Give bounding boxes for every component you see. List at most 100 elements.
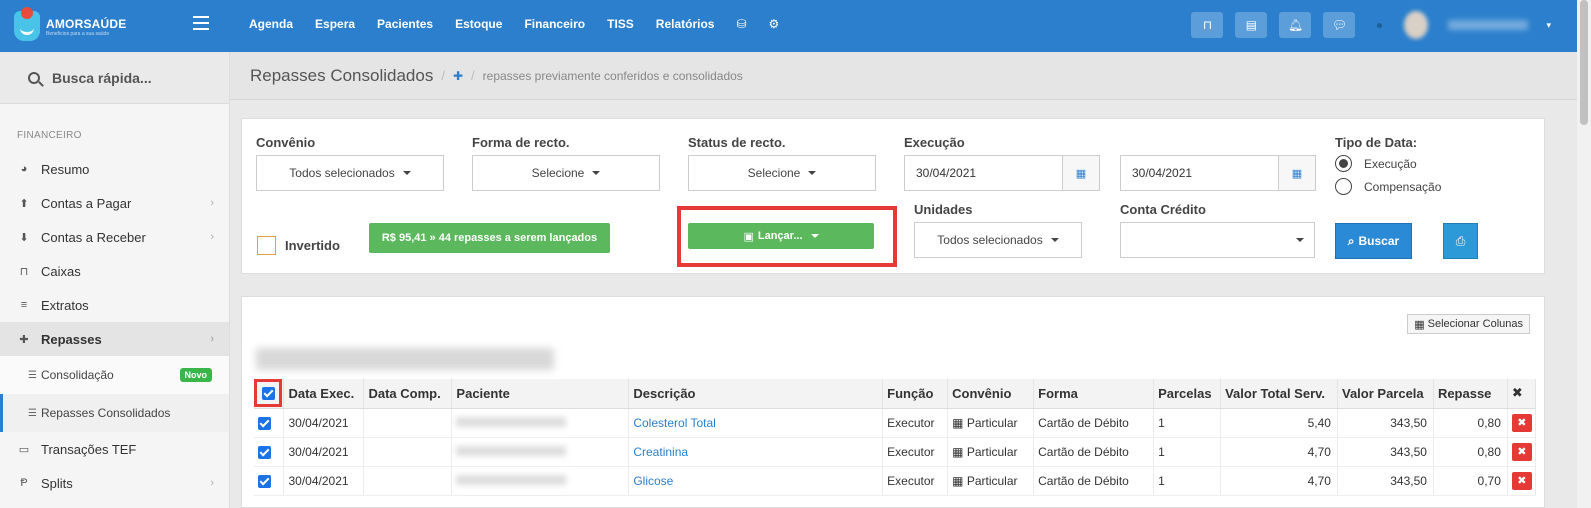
nav-espera[interactable]: Espera xyxy=(315,17,355,31)
sidebar-item-resumo[interactable]: ◕ Resumo xyxy=(0,152,229,186)
col-valor-parcela[interactable]: Valor Parcela xyxy=(1337,379,1434,409)
row-checkbox[interactable] xyxy=(258,416,271,430)
col-forma[interactable]: Forma xyxy=(1033,379,1155,409)
id-card-icon[interactable]: ▤ xyxy=(1235,12,1268,38)
sidebar-item-splits[interactable]: Ᵽ Splits › xyxy=(0,466,229,500)
page-scrollbar[interactable] xyxy=(1577,0,1591,508)
descricao-link[interactable]: Creatinina xyxy=(633,445,688,459)
date-to-input[interactable]: 30/04/2021 ▦ xyxy=(1120,155,1316,191)
menu-toggle-icon[interactable] xyxy=(193,16,209,30)
date-from-input[interactable]: 30/04/2021 ▦ xyxy=(904,155,1100,191)
credit-card-icon: ▭ xyxy=(18,443,30,456)
col-data-exec[interactable]: Data Exec. xyxy=(283,379,365,409)
sidebar-item-repasses[interactable]: ✚ Repasses › xyxy=(0,322,229,356)
forma-select[interactable]: Selecione xyxy=(472,155,660,191)
sidebar-item-contas-pagar[interactable]: ⬆ Contas a Pagar › xyxy=(0,186,229,220)
sidebar: Busca rápida... FINANCEIRO ◕ Resumo ⬆ Co… xyxy=(0,52,230,508)
sidebar-subitem-consolidacao[interactable]: ☰ Consolidação Novo xyxy=(0,356,229,394)
bell-icon[interactable]: 🔔︎ xyxy=(1279,12,1312,38)
scrollbar-thumb[interactable] xyxy=(1580,0,1588,125)
new-badge: Novo xyxy=(179,368,212,382)
list-icon: ≡ xyxy=(20,299,28,311)
row-select-cell xyxy=(254,408,285,438)
cell-repasse: 0,80 xyxy=(1433,408,1508,438)
brand-tagline: Beneficios para a sua saúde xyxy=(46,30,110,37)
col-convenio[interactable]: Convênio xyxy=(947,379,1035,409)
col-funcao[interactable]: Função xyxy=(882,379,949,409)
chat-icon[interactable]: 💬︎ xyxy=(1323,12,1356,38)
radio-circle xyxy=(1335,178,1352,195)
radio-compensacao[interactable]: Compensação xyxy=(1335,178,1441,195)
search-icon xyxy=(28,71,40,84)
col-valor-total[interactable]: Valor Total Serv. xyxy=(1220,379,1338,409)
cell-funcao: Executor xyxy=(882,466,949,496)
nav-pacientes[interactable]: Pacientes xyxy=(377,17,433,31)
redacted-patient-name xyxy=(456,416,567,427)
col-descricao[interactable]: Descrição xyxy=(628,379,884,409)
convenio-select[interactable]: Todos selecionados xyxy=(256,155,444,191)
col-parcelas[interactable]: Parcelas xyxy=(1153,379,1222,409)
status-select[interactable]: Selecione xyxy=(688,155,876,191)
row-delete-cell: ✖ xyxy=(1507,466,1537,496)
sidebar-item-label: Consolidação xyxy=(40,368,114,382)
cell-parcelas: 1 xyxy=(1153,466,1222,496)
row-checkbox[interactable] xyxy=(258,445,271,459)
buscar-button[interactable]: ⌕ Buscar xyxy=(1335,223,1412,259)
convenio-value: Todos selecionados xyxy=(289,166,395,180)
select-all-checkbox[interactable] xyxy=(261,386,275,400)
nav-estoque[interactable]: Estoque xyxy=(455,17,502,31)
col-paciente[interactable]: Paciente xyxy=(451,379,630,409)
sidebar-subitem-repasses-consolidados[interactable]: ☰ Repasses Consolidados xyxy=(0,394,229,432)
select-columns-button[interactable]: ▦ Selecionar Colunas xyxy=(1407,314,1530,334)
col-repasse[interactable]: Repasse xyxy=(1433,379,1508,409)
database-icon[interactable]: ⛁ xyxy=(736,17,746,31)
col-data-comp[interactable]: Data Comp. xyxy=(363,379,453,409)
table-row: 30/04/2021 Colesterol Total Executor ▦ P… xyxy=(254,408,1537,438)
gear-icon[interactable]: ⚙ xyxy=(769,17,780,31)
table-icon: ▦ xyxy=(952,444,967,459)
status-label: Status de recto. xyxy=(688,135,786,150)
lancar-button[interactable]: ▣ Lançar... xyxy=(688,223,874,249)
nav-agenda[interactable]: Agenda xyxy=(249,17,293,31)
calendar-icon[interactable]: ▦ xyxy=(1062,156,1099,190)
puzzle-icon: ✚ xyxy=(19,333,29,346)
row-checkbox[interactable] xyxy=(258,474,271,488)
user-name-redacted[interactable] xyxy=(1448,20,1529,30)
conta-credito-select[interactable] xyxy=(1120,222,1315,258)
convenio-label: Convênio xyxy=(256,135,316,150)
unidades-select[interactable]: Todos selecionados xyxy=(914,222,1082,258)
nav-tiss[interactable]: TISS xyxy=(607,17,634,31)
sidebar-item-caixas[interactable]: ⊓ Caixas xyxy=(0,254,229,288)
calendar-icon[interactable]: ▦ xyxy=(1278,156,1315,190)
sidebar-item-transacoes-tef[interactable]: ▭ Transações TEF xyxy=(0,432,229,466)
cell-data-comp xyxy=(363,408,453,438)
brand-logo[interactable]: AMORSAÚDE Beneficios para a sua saúde xyxy=(14,7,204,43)
delete-button[interactable]: ✖ xyxy=(1511,442,1532,461)
invertido-label: Invertido xyxy=(285,238,340,253)
unidades-value: Todos selecionados xyxy=(937,233,1043,247)
nav-relatorios[interactable]: Relatórios xyxy=(656,17,715,31)
descricao-link[interactable]: Glicose xyxy=(633,474,673,488)
close-icon[interactable]: ✖ xyxy=(1507,379,1537,409)
avatar[interactable] xyxy=(1404,11,1429,39)
print-button[interactable]: ⎙ xyxy=(1443,223,1478,259)
descricao-link[interactable]: Colesterol Total xyxy=(633,416,716,430)
radio-execucao[interactable]: Execução xyxy=(1335,155,1417,172)
row-delete-cell: ✖ xyxy=(1507,437,1537,467)
quick-search[interactable]: Busca rápida... xyxy=(0,52,229,104)
date-from-value: 30/04/2021 xyxy=(916,166,977,180)
chevron-down-icon[interactable]: ▾ xyxy=(1546,20,1551,31)
delete-button[interactable]: ✖ xyxy=(1511,413,1532,432)
redacted-patient-name xyxy=(456,445,567,456)
invertido-checkbox[interactable] xyxy=(257,236,276,255)
delete-button[interactable]: ✖ xyxy=(1511,471,1532,490)
nav-financeiro[interactable]: Financeiro xyxy=(524,17,585,31)
sidebar-item-contas-receber[interactable]: ⬇ Contas a Receber › xyxy=(0,220,229,254)
inbox-icon[interactable]: ⊓ xyxy=(1191,12,1224,38)
cell-descricao: Creatinina xyxy=(628,437,884,467)
caret-down-icon xyxy=(402,171,411,175)
radio-label: Compensação xyxy=(1364,179,1442,194)
sidebar-item-label: Repasses Consolidados xyxy=(40,406,171,420)
cell-forma: Cartão de Débito xyxy=(1033,437,1155,467)
sidebar-item-extratos[interactable]: ≡ Extratos xyxy=(0,288,229,322)
